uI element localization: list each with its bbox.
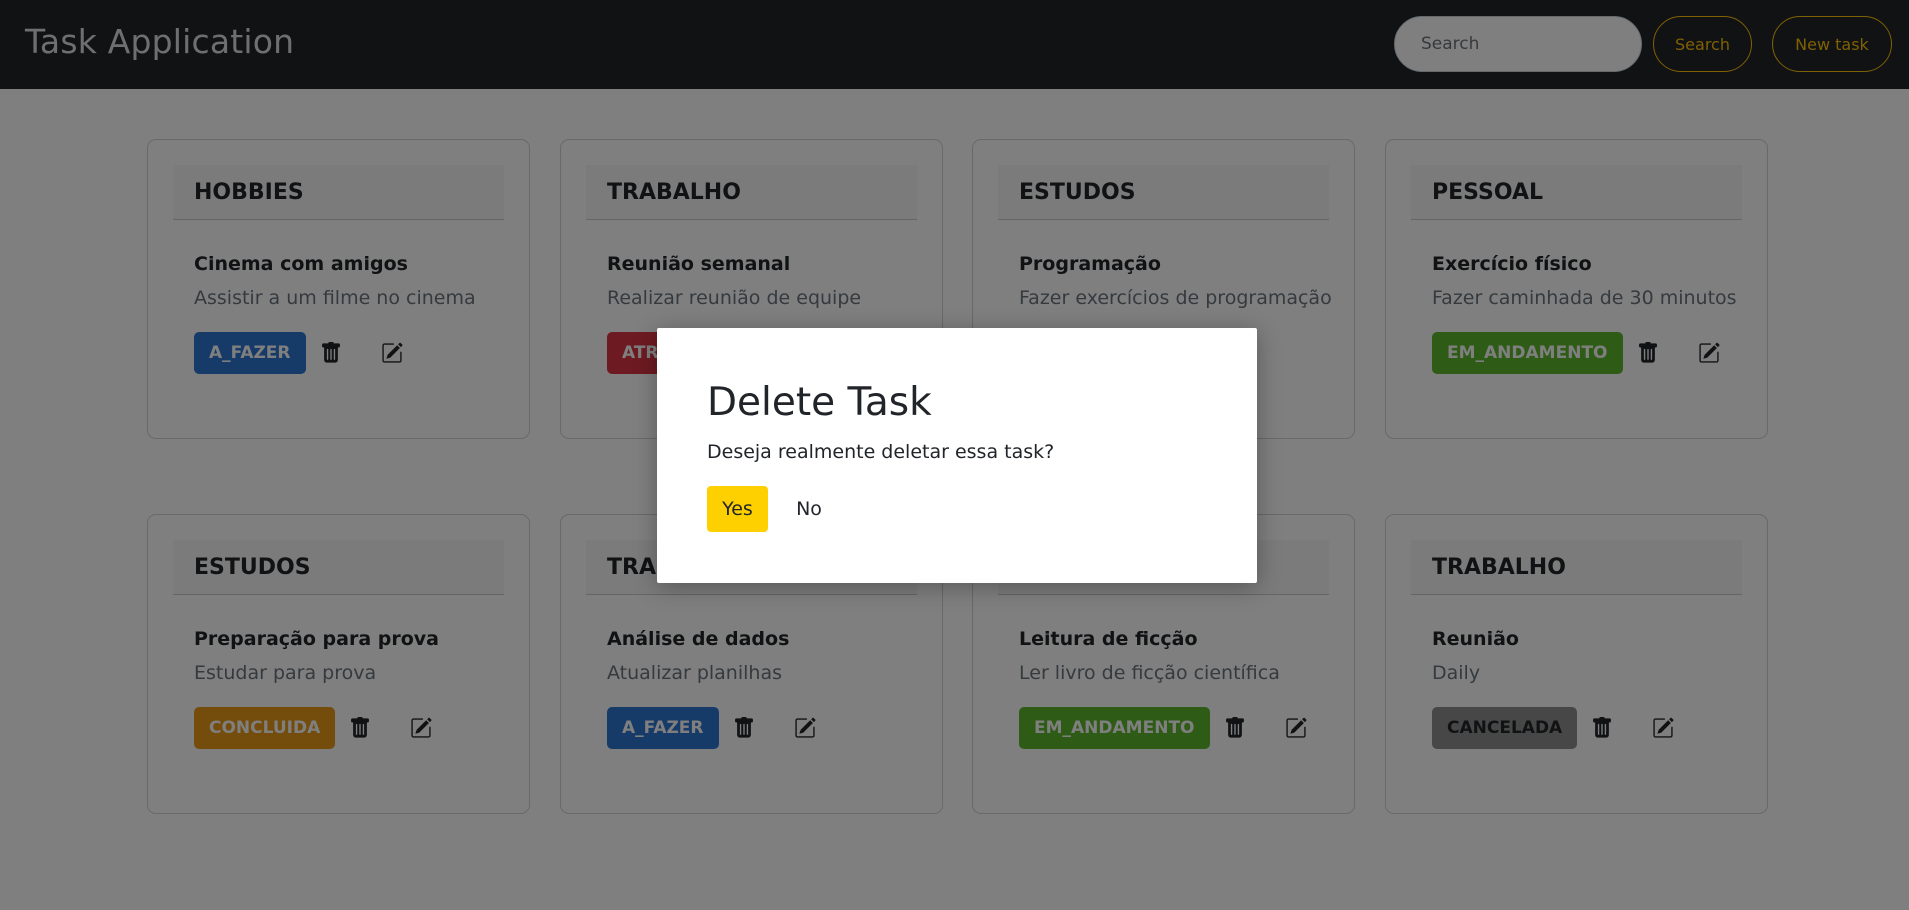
modal-title: Delete Task [707,380,932,425]
confirm-yes-button[interactable]: Yes [707,486,768,532]
confirm-no-button[interactable]: No [779,486,839,532]
modal-message: Deseja realmente deletar essa task? [707,441,1055,463]
delete-task-modal: Delete Task Deseja realmente deletar ess… [657,328,1257,583]
